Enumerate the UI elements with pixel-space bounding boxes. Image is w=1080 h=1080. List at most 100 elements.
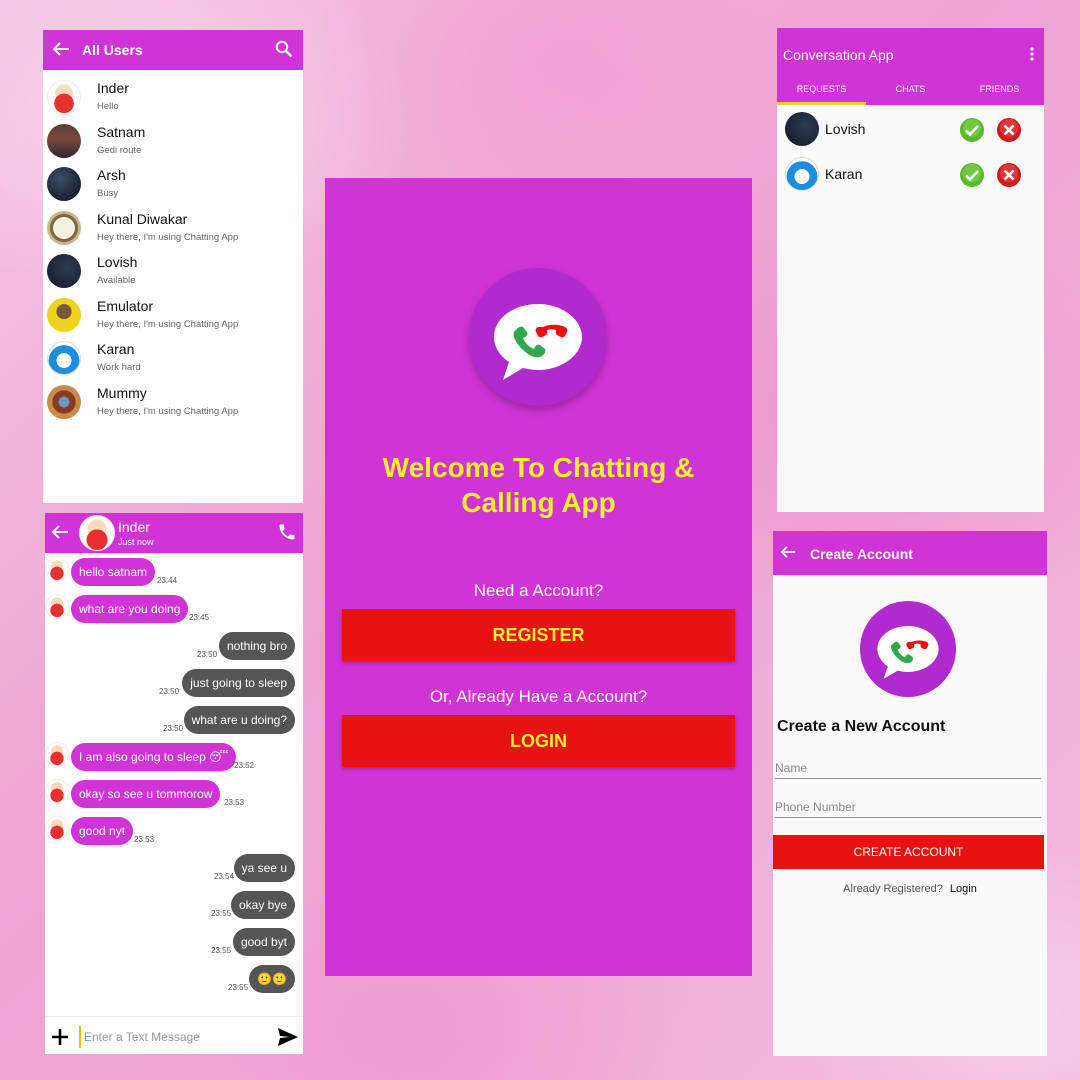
user-item[interactable]: Mummy Hey there, I'm using Chatting App (43, 381, 303, 425)
user-name: Inder (97, 80, 129, 96)
tab-chats[interactable]: CHATS (866, 84, 955, 94)
message-bubble-outgoing[interactable]: 🙂🙂 (249, 965, 295, 993)
sender-avatar (45, 557, 69, 581)
message-bubble-incoming[interactable]: good nyt (71, 817, 134, 845)
request-name: Lovish (825, 121, 866, 137)
dark-sky-avatar (47, 167, 81, 201)
chat-toolbar: Inder Just now (45, 513, 303, 553)
already-registered-row: Already Registered? Login (773, 883, 1047, 895)
cancel-circle-icon[interactable] (996, 162, 1022, 193)
user-item[interactable]: Karan Work hard (43, 337, 303, 381)
message-input[interactable] (79, 1026, 269, 1048)
message-time: 23:55 (228, 983, 249, 992)
create-account-heading: Create a New Account (777, 718, 946, 735)
user-item[interactable]: Lovish Available (43, 250, 303, 294)
sender-avatar (45, 779, 69, 803)
check-circle-icon[interactable] (959, 117, 985, 148)
message-time: 23:55 (211, 946, 232, 955)
request-item[interactable]: Lovish (777, 109, 1044, 149)
active-tab-indicator (777, 102, 866, 105)
send-icon[interactable] (277, 1027, 299, 1052)
message-time: 23:50 (197, 650, 218, 659)
message-bubble-incoming[interactable]: okay so see u tommorow (71, 780, 221, 808)
contact-avatar[interactable] (79, 515, 115, 551)
message-bubble-incoming[interactable]: hello satnam (71, 558, 156, 586)
all-users-toolbar: All Users (43, 30, 303, 70)
user-status: Work hard (97, 362, 141, 373)
arrow-left-icon[interactable] (52, 41, 70, 57)
create-account-toolbar: Create Account (773, 531, 1047, 575)
toolbar-title: Create Account (810, 546, 913, 562)
user-status: Hey there, I'm using Chatting App (97, 405, 239, 417)
arrow-left-icon[interactable] (780, 545, 796, 559)
message-bubble-outgoing[interactable]: ya see u (233, 854, 295, 882)
user-name: Lovish (97, 254, 138, 270)
contact-name: Inder (118, 519, 150, 535)
user-status: Hey there, I'm using Chatting App (97, 231, 239, 243)
user-status: Hey there, I'm using Chatting App (97, 318, 239, 330)
chat-input-bar (45, 1016, 303, 1054)
message-time: 23:45 (189, 613, 210, 622)
create-account-button[interactable]: CREATE ACCOUNT (773, 835, 1044, 869)
message-time: 23:54 (214, 872, 235, 881)
phone-icon[interactable] (277, 522, 297, 547)
search-icon[interactable] (275, 40, 293, 63)
user-name: Satnam (97, 123, 146, 140)
user-name: Kunal Diwakar (97, 210, 188, 227)
user-name: Emulator (97, 297, 154, 314)
user-status: Busy (97, 188, 119, 199)
request-item[interactable]: Karan (777, 154, 1044, 194)
chat-call-logo-icon (469, 268, 607, 406)
sender-avatar (45, 816, 69, 840)
tab-requests[interactable]: REQUESTS (777, 84, 866, 94)
login-button[interactable]: LOGIN (342, 715, 735, 767)
user-status: Available (97, 275, 136, 286)
message-time: 23:52 (234, 761, 255, 770)
arrow-left-icon[interactable] (51, 524, 69, 540)
user-item[interactable]: Arsh Busy (43, 163, 303, 207)
welcome-screen: Welcome To Chatting & Calling App Need a… (325, 178, 752, 976)
message-time: 23:50 (163, 724, 184, 733)
cancel-circle-icon[interactable] (996, 117, 1022, 148)
user-list: Inder Hello Satnam Gedi route Arsh Busy … (43, 76, 303, 424)
conversation-screen: Conversation App REQUESTS CHATS FRIENDS … (777, 28, 1044, 512)
register-button[interactable]: REGISTER (342, 609, 735, 661)
message-bubble-incoming[interactable]: what are you doing (71, 595, 189, 623)
welcome-title: Welcome To Chatting & Calling App (382, 452, 695, 518)
sender-avatar (45, 594, 69, 618)
message-time: 23:44 (157, 576, 178, 585)
message-bubble-outgoing[interactable]: nothing bro (218, 632, 295, 660)
cricketer-avatar (47, 297, 81, 332)
message-time: 23:53 (224, 798, 245, 807)
create-account-screen: Create Account Create a New Account CREA… (773, 531, 1047, 1056)
login-link[interactable]: Login (950, 883, 977, 895)
message-time: 23:55 (211, 909, 232, 918)
user-item[interactable]: Emulator Hey there, I'm using Chatting A… (43, 294, 303, 338)
plus-icon[interactable] (50, 1027, 70, 1052)
message-time: 23:50 (159, 687, 180, 696)
message-time: 23:53 (134, 835, 155, 844)
phone-number-field[interactable] (775, 796, 1041, 818)
message-bubble-outgoing[interactable]: good byt (232, 928, 295, 956)
more-vert-icon[interactable] (1030, 47, 1034, 66)
message-bubble-outgoing[interactable]: what are u doing? (183, 706, 295, 734)
message-bubble-outgoing[interactable]: okay bye (230, 891, 295, 919)
chat-screen: Inder Just now hello satnam 23:44 what a… (45, 513, 303, 1054)
user-item[interactable]: Satnam Gedi route (43, 120, 303, 164)
message-bubble-incoming[interactable]: I am also going to sleep 😴 (71, 743, 237, 771)
message-bubble-outgoing[interactable]: just going to sleep (182, 669, 295, 697)
night-avatar (785, 112, 819, 146)
doraemon-avatar (47, 341, 81, 375)
user-item[interactable]: Inder Hello (43, 76, 303, 120)
check-circle-icon[interactable] (959, 162, 985, 193)
user-name: Mummy (97, 384, 147, 401)
user-item[interactable]: Kunal Diwakar Hey there, I'm using Chatt… (43, 207, 303, 251)
tab-friends[interactable]: FRIENDS (955, 84, 1044, 94)
name-field[interactable] (775, 757, 1041, 779)
cartoon-boy-avatar (47, 80, 81, 114)
user-name: Arsh (97, 167, 126, 183)
sender-avatar (45, 742, 69, 766)
sunset-avatar (47, 123, 81, 158)
doraemon-avatar (785, 157, 819, 191)
already-have-account-label: Or, Already Have a Account? (429, 687, 648, 706)
